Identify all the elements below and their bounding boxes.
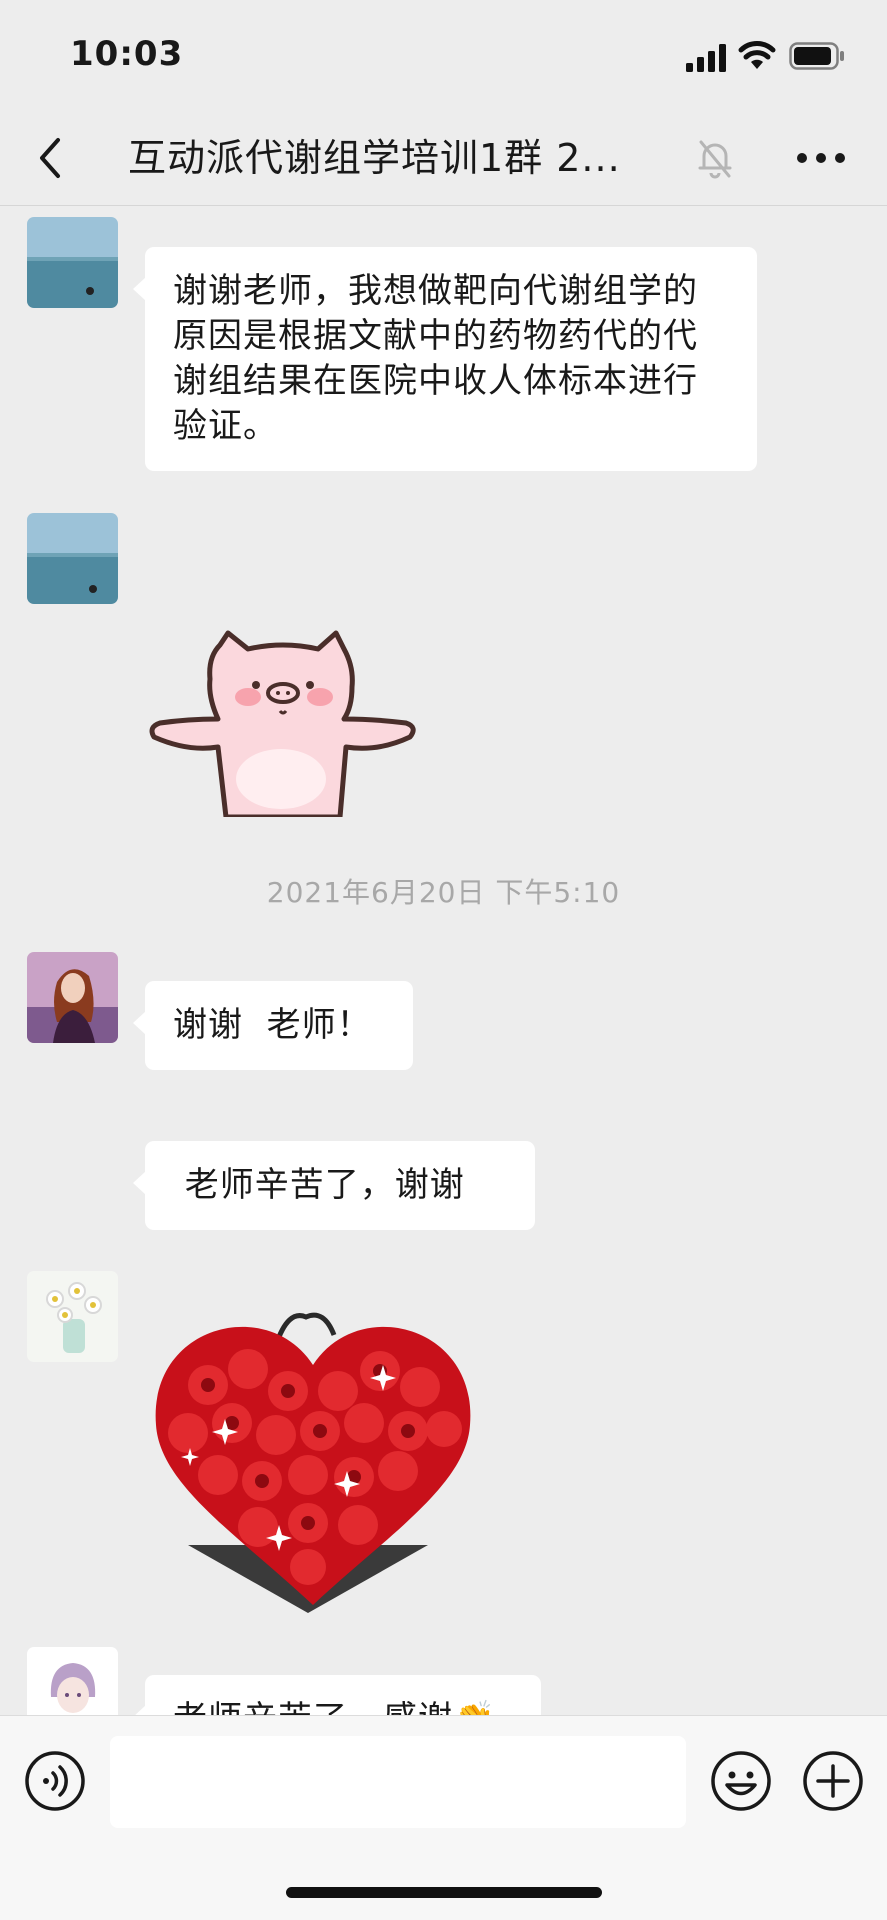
battery-icon [789,42,844,70]
plus-icon[interactable] [802,1750,864,1812]
message-input[interactable] [110,1736,686,1828]
back-icon[interactable] [30,134,70,182]
status-time: 10:03 [70,34,184,74]
chat-messages[interactable]: 谢谢老师，我想做靶向代谢组学的原因是根据文献中的药物药代的代谢组结果在医院中收人… [0,207,887,1715]
pig-sticker[interactable] [148,627,418,817]
message-text: 谢谢 老师！ [173,1005,372,1045]
timestamp: 2021年6月20日 下午5:10 [266,876,621,909]
message-bubble[interactable]: 谢谢老师，我想做靶向代谢组学的原因是根据文献中的药物药代的代谢组结果在医院中收人… [133,247,757,471]
message-text: 老师辛苦了，谢谢 [173,1165,465,1205]
avatar[interactable] [27,952,118,1043]
voice-icon[interactable] [24,1750,86,1812]
more-icon[interactable] [796,146,846,170]
message-bubble[interactable]: 老师辛苦了，感谢👏 [133,1675,541,1715]
avatar[interactable] [27,1647,118,1715]
avatar[interactable] [27,217,118,308]
chat-title: 互动派代谢组学培训1群 2... [128,136,621,180]
home-indicator [286,1887,602,1898]
emoji-icon[interactable] [710,1750,772,1812]
signal-icon [686,44,726,72]
message-bubble[interactable]: 谢谢 老师！ [133,981,413,1070]
mute-icon [698,140,732,179]
wifi-icon [738,41,776,69]
message-bubble[interactable]: 老师辛苦了，谢谢 [133,1141,535,1230]
avatar[interactable] [27,1271,118,1362]
message-text: 谢谢老师，我想做靶向代谢组学的原因是根据文献中的药物药代的代谢组结果在医院中收人… [173,271,698,446]
message-text: 老师辛苦了，感谢👏 [173,1699,496,1715]
rose-heart-sticker[interactable] [148,1305,478,1617]
avatar[interactable] [27,513,118,604]
chat-header: 互动派代谢组学培训1群 2... [0,110,887,206]
status-bar: 10:03 [0,0,887,110]
